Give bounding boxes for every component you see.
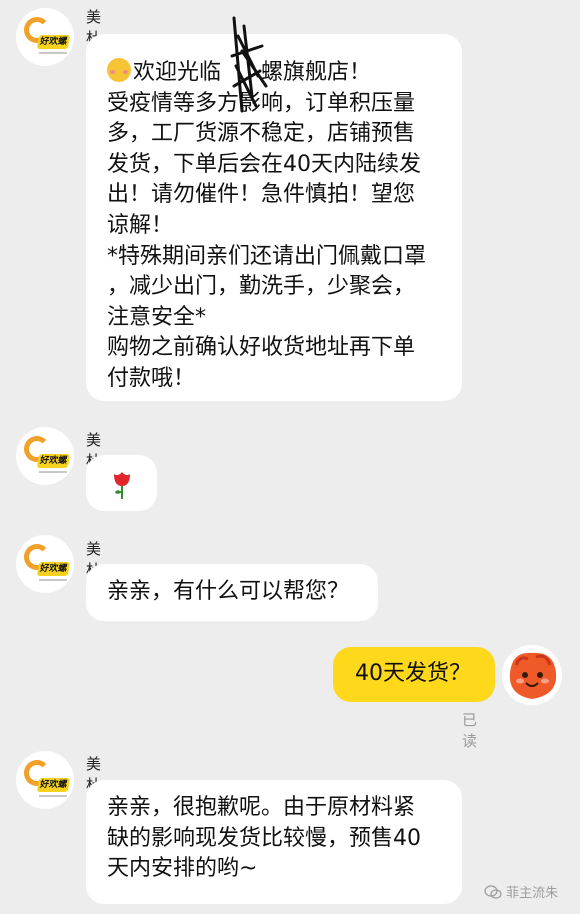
smiling-face-emoji-icon [107,58,131,82]
message-line: 注意安全* [107,304,207,330]
avatar-badge: 好欢螺 [36,35,71,49]
message-line: 发货，下单后会在40天内陆续发 [107,151,421,177]
rose-emoji-icon [114,472,130,499]
read-status: 已读 [462,711,479,750]
message-line: 谅解！ [107,212,174,238]
avatar-badge: 好欢螺 [36,778,71,792]
shop-avatar[interactable]: 好欢螺 [16,535,74,593]
redaction-scribble [230,16,268,113]
wechat-icon [484,885,502,899]
message-line: 欢迎光临 螺旗舰店！ [107,58,462,89]
message-line: 亲亲，很抱歉呢。由于原材料紧 [107,795,416,820]
message-bubble[interactable]: 亲亲，很抱歉呢。由于原材料紧 缺的影响现发货比较慢，预售40 天内安排的哟~ [86,780,462,904]
avatar-fineprint [39,52,67,54]
message-line: 出！请勿催件！急件慎拍！望您 [107,182,416,208]
avatar-badge: 好欢螺 [36,454,71,468]
avatar-badge: 好欢螺 [36,562,71,576]
message-line: 亲亲，有什么可以帮您？ [107,579,350,604]
message-line: 缺的影响现发货比较慢，预售40 [107,825,421,851]
avatar-fineprint [39,471,67,473]
message-line: *特殊期间亲们还请出门佩戴口罩 [107,243,427,269]
user-avatar[interactable] [502,645,562,705]
message-line: 受疫情等多方影响，订单积压量 [107,90,416,116]
message-line: 40天发货？ [355,661,471,686]
message-bubble[interactable]: 40天发货？ [333,647,495,702]
message-bubble[interactable]: 亲亲，有什么可以帮您？ [86,564,378,621]
message-line: 购物之前确认好收货地址再下单 [107,335,416,361]
avatar-fineprint [39,795,67,797]
shop-avatar[interactable]: 好欢螺 [16,427,74,485]
message-line: 天内安排的哟~ [107,856,258,882]
watermark: 菲主流朱 [484,882,558,901]
shop-avatar[interactable]: 好欢螺 [16,751,74,809]
watermark-text: 菲主流朱 [506,886,559,901]
message-line: 付款哦！ [107,365,196,391]
message-line: 多，工厂货源不稳定，店铺预售 [107,121,416,147]
shop-avatar[interactable]: 好欢螺 [16,8,74,66]
message-bubble[interactable]: 欢迎光临 螺旗舰店！ 受疫情等多方影响，订单积压量 多，工厂货源不稳定，店铺预售 … [86,34,462,401]
message-line: ，减少出门，勤洗手，少聚会， [107,274,416,300]
avatar-fineprint [39,579,67,581]
